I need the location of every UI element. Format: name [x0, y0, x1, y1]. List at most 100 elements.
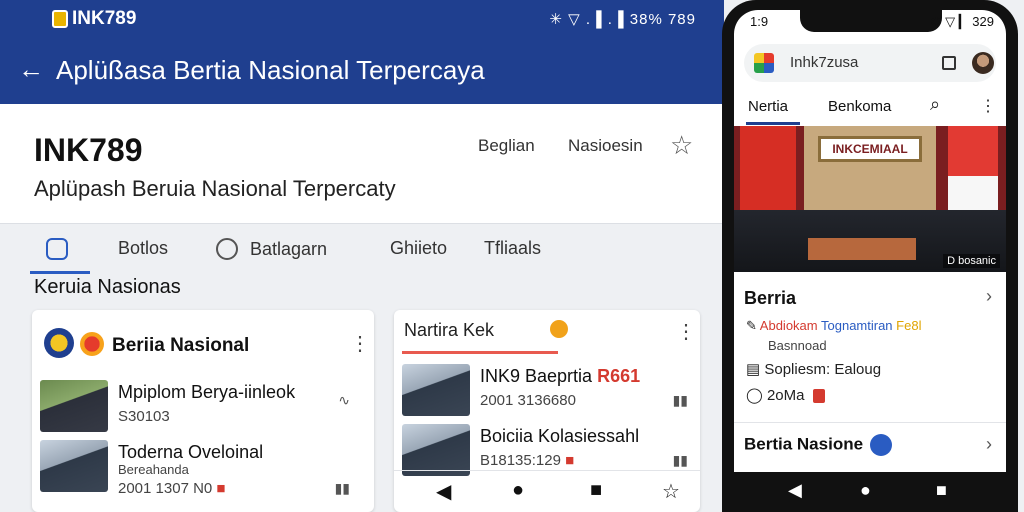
- back-icon[interactable]: ◀: [436, 479, 451, 504]
- tab-4[interactable]: Tfliaals: [484, 238, 541, 259]
- news-date: 2001 1307 N0 ■: [118, 480, 225, 497]
- card-title: Nartira Kek: [404, 320, 495, 340]
- divider: [734, 422, 1006, 423]
- comment-icon: ◯: [746, 387, 767, 404]
- phone-nav-bar: ◀ ● ■: [722, 472, 1018, 512]
- news-meta: S30103: [118, 408, 170, 425]
- phone-screen: 1:9 ✱ ▽ ▎ 329 Inhk7zusa Nertia Benkoma ⌕…: [734, 10, 1006, 472]
- section-title: Keruia Nasionas: [34, 276, 181, 298]
- phone-news-card[interactable]: Berria › ✎ Abdiokam Tognamtiran Fe8l Bas…: [734, 272, 1006, 404]
- app-bar: ← Aplüßasa Bertia Nasional Terpercaya: [0, 40, 724, 104]
- recents-icon[interactable]: ■: [936, 480, 947, 501]
- site-name: INK789: [34, 132, 143, 168]
- tab-1[interactable]: Botlos: [118, 238, 168, 259]
- phone-card-line-2: Basnnoad: [768, 338, 827, 353]
- bookmark-icon[interactable]: ▮▮: [673, 452, 688, 469]
- card-title-underline: [402, 351, 558, 354]
- home-icon[interactable]: ●: [860, 480, 871, 501]
- more-options-icon[interactable]: ⋮: [676, 322, 696, 342]
- header-nav-link-2[interactable]: Nasioesin: [568, 136, 643, 156]
- phone-tab-1[interactable]: Nertia: [748, 98, 788, 115]
- chevron-right-icon[interactable]: ›: [986, 434, 992, 455]
- photo-table: [808, 238, 916, 260]
- news-thumbnail: [402, 424, 470, 476]
- phone-tab-2[interactable]: Benkoma: [828, 98, 891, 115]
- line-4-text: 2oMa: [766, 387, 805, 404]
- news-title-text: INK9 Baeprtia: [480, 366, 593, 386]
- bookmark-icon[interactable]: ▮▮: [335, 480, 350, 497]
- phone-card-line-4: ◯ 2oMa: [746, 386, 825, 404]
- news-photo[interactable]: INKCEMIAAL D bosanic: [734, 126, 1006, 272]
- news-card-latest: Nartira Kek ⋮ INK9 Baeprtia R661 2001 31…: [394, 310, 700, 512]
- star-icon[interactable]: ☆: [670, 130, 693, 161]
- phone-card-line-3: ▤ Sopliesm: Ealoug: [746, 360, 881, 378]
- tab-label: Ghiieto: [390, 238, 448, 258]
- brand-logo-icon: [52, 10, 68, 28]
- line-1-c: Fe8l: [896, 318, 922, 333]
- clock-icon: [216, 238, 238, 260]
- back-icon[interactable]: ◀: [788, 480, 802, 501]
- phone-card-title: Berria: [744, 288, 797, 308]
- tab-3[interactable]: Ghiieto: [390, 238, 447, 259]
- card-header: Beriia Nasional ⋮: [32, 310, 374, 360]
- avatar[interactable]: [972, 52, 994, 74]
- card-header: Nartira Kek ⋮: [394, 310, 700, 360]
- app-logo-icon: [754, 53, 774, 73]
- tabs-icon[interactable]: [942, 56, 956, 70]
- news-date-text: 2001 1307 N0: [118, 480, 213, 497]
- app-bar-title: Aplüßasa Bertia Nasional Terpercaya: [56, 55, 485, 85]
- line-1-a: Abdiokam: [759, 318, 818, 333]
- hot-tag-icon: ■: [216, 480, 226, 497]
- edit-icon: ✎: [746, 318, 760, 333]
- recents-icon[interactable]: ■: [590, 479, 602, 502]
- more-options-icon[interactable]: ⋮: [350, 334, 370, 354]
- news-title: Mpiplom Berya-iinleok: [118, 382, 296, 402]
- news-thumbnail: [40, 380, 108, 432]
- tab-label: Tfliaals: [484, 238, 542, 258]
- header-nav-link-1[interactable]: Beglian: [478, 136, 535, 156]
- list-item[interactable]: INK9 Baeprtia R661 2001 3136680 ▮▮: [402, 364, 698, 424]
- photo-caption: D bosanic: [943, 254, 1000, 268]
- status-bar: INK789 ✳ ▽ .▐ .▐ 38% 789: [0, 0, 724, 40]
- back-arrow-icon[interactable]: ←: [18, 54, 44, 85]
- news-meta: B18135:129 ■: [480, 452, 574, 469]
- news-thumbnail: [40, 440, 108, 492]
- search-text: Inhk7zusa: [790, 54, 859, 71]
- news-meta: Bereahanda: [118, 462, 189, 477]
- news-title: Toderna Oveloinal: [118, 442, 264, 462]
- tab-2[interactable]: Batlagarn: [216, 238, 327, 260]
- home-icon[interactable]: ●: [512, 479, 524, 502]
- more-options-icon[interactable]: ⋮: [980, 96, 996, 116]
- card-title: Beriia Nasional: [112, 335, 250, 356]
- list-item[interactable]: Mpiplom Berya-iinleok S30103 ∿: [40, 380, 360, 440]
- star-icon[interactable]: ☆: [662, 479, 680, 504]
- home-icon: [46, 238, 68, 260]
- line-3-text: Sopliesm: Ealoug: [764, 361, 882, 378]
- news-title: Boiciia Kolasiessahl: [480, 426, 640, 446]
- list-item[interactable]: Toderna Oveloinal Bereahanda 2001 1307 N…: [40, 440, 360, 500]
- emblem-icon: [44, 328, 74, 358]
- news-thumbnail: [402, 364, 470, 416]
- info-badge-icon: [869, 434, 892, 456]
- phone-time: 1:9: [750, 14, 769, 29]
- tab-home[interactable]: [46, 238, 68, 260]
- bookmark-icon[interactable]: ▮▮: [673, 392, 688, 409]
- chevron-right-icon[interactable]: ›: [986, 286, 992, 307]
- news-tag: R661: [597, 366, 641, 386]
- site-header: INK789 Aplüpash Beruia Nasional Terperca…: [0, 104, 724, 224]
- news-meta-text: B18135:129: [480, 452, 561, 469]
- phone-notch: [800, 10, 942, 32]
- phone-section-title-text: Bertia Nasione: [744, 434, 864, 454]
- burst-icon: [80, 332, 104, 356]
- news-card-national: Beriia Nasional ⋮ Mpiplom Berya-iinleok …: [32, 310, 374, 512]
- news-title: INK9 Baeprtia R661: [480, 366, 640, 387]
- phone-search-bar[interactable]: Inhk7zusa: [744, 44, 996, 82]
- photo-sign: INKCEMIAAL: [818, 136, 922, 162]
- system-icons: ✳ ▽ .▐ .▐ 38% 789: [549, 11, 696, 28]
- expand-icon[interactable]: ∿: [338, 392, 350, 409]
- document-icon: ▤: [746, 361, 765, 378]
- phone-card-line-1: ✎ Abdiokam Tognamtiran Fe8l: [746, 318, 921, 334]
- phone-section-title: Bertia Nasione: [744, 434, 892, 456]
- search-icon[interactable]: ⌕: [930, 94, 940, 115]
- brand: INK789: [52, 8, 136, 30]
